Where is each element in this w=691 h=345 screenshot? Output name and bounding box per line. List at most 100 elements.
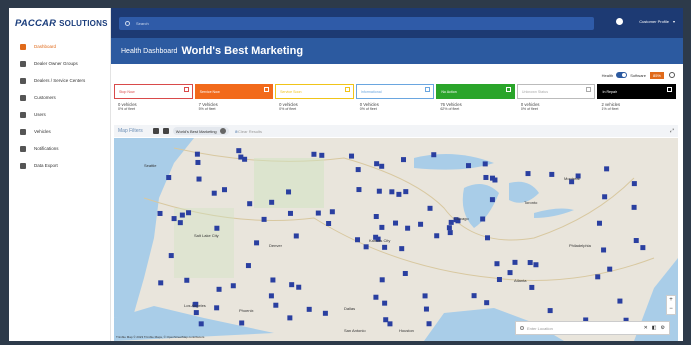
- vehicle-marker[interactable]: [373, 294, 379, 300]
- vehicle-marker[interactable]: [168, 253, 174, 259]
- vehicle-marker[interactable]: [549, 171, 555, 177]
- external-link-icon[interactable]: [264, 87, 270, 92]
- vehicle-marker[interactable]: [286, 189, 292, 195]
- vehicle-marker[interactable]: [402, 270, 408, 276]
- vehicle-marker[interactable]: [480, 216, 486, 222]
- map-view[interactable]: Los Angeles Phoenix Dallas Houston Denver Chi…: [114, 138, 678, 341]
- vehicle-marker[interactable]: [177, 220, 183, 226]
- vehicle-marker[interactable]: [466, 163, 472, 169]
- vehicle-marker[interactable]: [423, 306, 429, 312]
- vehicle-marker[interactable]: [399, 246, 405, 252]
- sidebar-item-dealer-owner-groups[interactable]: Dealer Owner Groups: [9, 55, 110, 72]
- vehicle-marker[interactable]: [196, 176, 202, 182]
- vehicle-marker[interactable]: [446, 225, 452, 231]
- vehicle-marker[interactable]: [214, 225, 220, 231]
- status-card-service-now[interactable]: Service Now 7 Vehicles 5% of fleet: [194, 84, 274, 124]
- vehicle-marker[interactable]: [193, 310, 199, 316]
- vehicle-marker[interactable]: [355, 237, 361, 243]
- vehicle-marker[interactable]: [483, 174, 489, 180]
- vehicle-marker[interactable]: [418, 221, 424, 227]
- info-icon[interactable]: [669, 72, 675, 78]
- vehicle-marker[interactable]: [496, 277, 502, 283]
- vehicle-marker[interactable]: [382, 244, 388, 250]
- vehicle-marker[interactable]: [382, 300, 388, 306]
- vehicle-marker[interactable]: [507, 270, 513, 276]
- status-card-informational[interactable]: Informational 0 Vehicles 0% of fleet: [355, 84, 435, 124]
- sidebar-item-data-export[interactable]: Data Export: [9, 157, 110, 174]
- vehicle-marker[interactable]: [254, 240, 260, 246]
- zoom-controls[interactable]: + −: [666, 295, 676, 315]
- vehicle-marker[interactable]: [393, 220, 399, 226]
- vehicle-marker[interactable]: [214, 305, 220, 311]
- vehicle-marker[interactable]: [184, 277, 190, 283]
- expand-icon[interactable]: ⤢: [670, 128, 674, 134]
- sidebar-item-customers[interactable]: Customers: [9, 89, 110, 106]
- vehicle-marker[interactable]: [247, 201, 253, 207]
- external-link-icon[interactable]: [425, 87, 431, 92]
- close-icon[interactable]: [219, 128, 226, 134]
- status-card-service-soon[interactable]: Service Soon 0 vehicles 0% of fleet: [275, 84, 354, 124]
- vehicle-marker[interactable]: [230, 283, 236, 289]
- vehicle-marker[interactable]: [349, 153, 355, 159]
- vehicle-marker[interactable]: [640, 245, 646, 251]
- vehicle-marker[interactable]: [376, 188, 382, 194]
- vehicle-marker[interactable]: [631, 181, 637, 187]
- vehicle-marker[interactable]: [631, 204, 637, 210]
- vehicle-marker[interactable]: [484, 300, 490, 306]
- vehicle-marker[interactable]: [379, 224, 385, 230]
- vehicle-marker[interactable]: [396, 191, 402, 197]
- external-link-icon[interactable]: [667, 87, 673, 92]
- vehicle-marker[interactable]: [238, 154, 244, 160]
- vehicle-marker[interactable]: [427, 205, 433, 211]
- vehicle-marker[interactable]: [482, 161, 488, 167]
- vehicle-marker[interactable]: [311, 151, 317, 157]
- vehicle-marker[interactable]: [198, 321, 204, 327]
- vehicle-marker[interactable]: [293, 233, 299, 239]
- vehicle-marker[interactable]: [326, 220, 332, 226]
- route-search-bar[interactable]: Enter Location ✕ ◧ ⚙: [515, 321, 670, 335]
- external-link-icon[interactable]: [344, 87, 350, 92]
- vehicle-marker[interactable]: [387, 321, 393, 327]
- vehicle-marker[interactable]: [525, 171, 531, 177]
- status-card-unknown-status[interactable]: Unknown Status 0 vehicles 0% of fleet: [516, 84, 596, 124]
- vehicle-marker[interactable]: [595, 274, 601, 280]
- vehicle-marker[interactable]: [529, 284, 535, 290]
- zoom-in-button[interactable]: +: [667, 296, 675, 305]
- save-icon[interactable]: [152, 128, 159, 134]
- vehicle-marker[interactable]: [485, 235, 491, 241]
- external-link-icon[interactable]: [505, 87, 511, 92]
- search-input[interactable]: Search: [119, 17, 594, 30]
- vehicle-marker[interactable]: [269, 199, 275, 205]
- vehicle-marker[interactable]: [355, 167, 361, 173]
- vehicle-marker[interactable]: [186, 210, 192, 216]
- vehicle-marker[interactable]: [379, 163, 385, 169]
- vehicle-marker[interactable]: [195, 159, 201, 165]
- vehicle-marker[interactable]: [222, 187, 228, 193]
- status-card-no-action[interactable]: No Action 76 Vehicles 62% of fleet: [436, 84, 515, 124]
- sidebar-item-users[interactable]: Users: [9, 106, 110, 123]
- sidebar-item-vehicles[interactable]: Vehicles: [9, 123, 110, 140]
- zoom-out-button[interactable]: −: [667, 305, 675, 314]
- vehicle-marker[interactable]: [601, 247, 607, 253]
- vehicle-marker[interactable]: [379, 277, 385, 283]
- status-card-stop-now[interactable]: Stop Now 0 vehicles 0% of fleet: [114, 84, 193, 124]
- vehicle-marker[interactable]: [431, 152, 437, 158]
- vehicle-marker[interactable]: [270, 277, 276, 283]
- external-link-icon[interactable]: [586, 87, 592, 92]
- vehicle-marker[interactable]: [171, 216, 177, 222]
- vehicle-marker[interactable]: [633, 238, 639, 244]
- vehicle-marker[interactable]: [363, 244, 369, 250]
- vehicle-marker[interactable]: [239, 320, 245, 326]
- vehicle-marker[interactable]: [158, 280, 164, 286]
- vehicle-marker[interactable]: [426, 321, 432, 327]
- vehicle-marker[interactable]: [356, 187, 362, 193]
- vehicle-marker[interactable]: [194, 151, 200, 157]
- vehicle-marker[interactable]: [329, 209, 335, 215]
- layers-icon[interactable]: ◧: [652, 325, 657, 331]
- vehicle-marker[interactable]: [296, 284, 302, 290]
- vehicle-marker[interactable]: [273, 302, 279, 308]
- vehicle-marker[interactable]: [166, 175, 172, 181]
- sidebar-item-notifications[interactable]: Notifications: [9, 140, 110, 157]
- vehicle-marker[interactable]: [547, 308, 553, 314]
- close-icon[interactable]: ✕: [644, 325, 648, 331]
